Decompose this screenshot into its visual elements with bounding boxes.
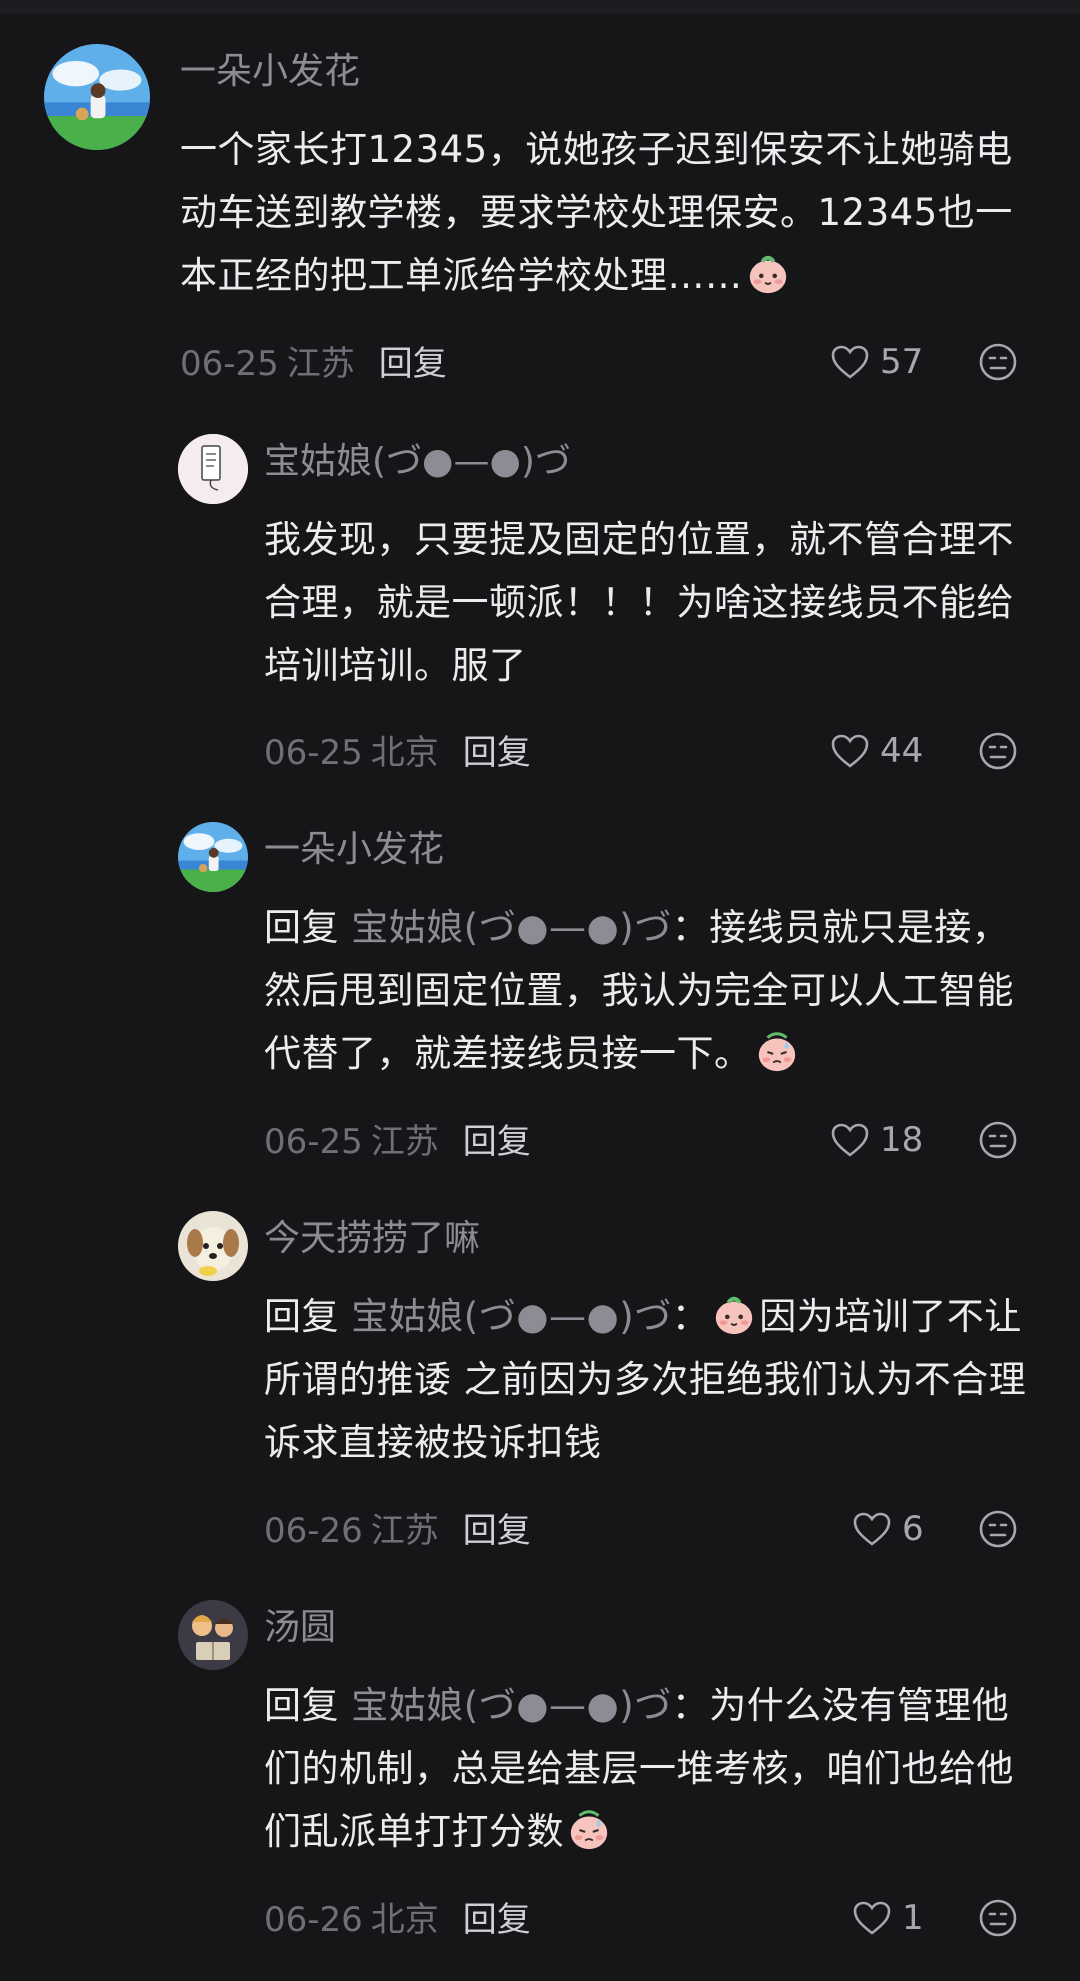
comment-location: 江苏 bbox=[370, 1122, 439, 1162]
comment-text: 回复 宝姑娘(づ●—●)づ：接线员就只是接，然后甩到固定位置，我认为完全可以人工… bbox=[264, 896, 1044, 1085]
comment-date: 06-25 bbox=[264, 733, 363, 773]
top-edge bbox=[0, 0, 1080, 14]
comment-location: 江苏 bbox=[370, 1511, 439, 1551]
reply-prefix: 回复 bbox=[264, 1684, 339, 1727]
reply-prefix: 回复 bbox=[264, 906, 339, 949]
like-count: 18 bbox=[880, 1120, 924, 1160]
comment-meta: 06-25 江苏 回复 bbox=[264, 1118, 531, 1166]
comment-date: 06-26 bbox=[264, 1511, 363, 1551]
landscape-avatar-icon bbox=[44, 44, 150, 150]
neutral-face-icon bbox=[979, 1121, 1017, 1159]
comment-meta: 06-26 北京 回复 bbox=[264, 1896, 531, 1944]
like-count: 1 bbox=[902, 1898, 924, 1938]
dislike-button[interactable] bbox=[978, 731, 1018, 771]
avatar[interactable] bbox=[178, 434, 248, 504]
comment-date: 06-25 bbox=[264, 1122, 363, 1162]
neutral-face-icon bbox=[979, 1510, 1017, 1548]
like-count: 6 bbox=[902, 1509, 924, 1549]
children-reading-avatar-icon bbox=[178, 1600, 248, 1670]
reply-button[interactable]: 回复 bbox=[463, 1900, 531, 1940]
like-count: 44 bbox=[880, 731, 924, 771]
comment-text: 一个家长打12345，说她孩子迟到保安不让她骑电动车送到教学楼，要求学校处理保安… bbox=[180, 118, 1040, 307]
like-button[interactable]: 44 bbox=[830, 727, 923, 775]
username[interactable]: 今天捞捞了嘛 bbox=[264, 1215, 480, 1263]
comment-date: 06-26 bbox=[264, 1900, 363, 1940]
peach-face-emoji-icon bbox=[745, 250, 791, 296]
dislike-button[interactable] bbox=[978, 1509, 1018, 1549]
heart-icon bbox=[831, 1123, 869, 1157]
dislike-button[interactable] bbox=[978, 342, 1018, 382]
avatar[interactable] bbox=[178, 1211, 248, 1281]
username[interactable]: 一朵小发花 bbox=[264, 826, 444, 874]
reply-button[interactable]: 回复 bbox=[463, 1511, 531, 1551]
username[interactable]: 宝姑娘(づ●—●)づ bbox=[264, 438, 571, 486]
reply-button[interactable]: 回复 bbox=[463, 733, 531, 773]
neutral-face-icon bbox=[979, 343, 1017, 381]
like-count: 57 bbox=[880, 342, 924, 382]
reply-prefix: 回复 bbox=[264, 1295, 339, 1338]
reply-button[interactable]: 回复 bbox=[463, 1122, 531, 1162]
comment-meta: 06-26 江苏 回复 bbox=[264, 1507, 531, 1555]
dislike-button[interactable] bbox=[978, 1120, 1018, 1160]
like-button[interactable]: 57 bbox=[830, 338, 923, 386]
comment-location: 江苏 bbox=[286, 344, 355, 384]
reply-button[interactable]: 回复 bbox=[379, 344, 447, 384]
dog-avatar-icon bbox=[178, 1211, 248, 1281]
comment-date: 06-25 bbox=[180, 344, 279, 384]
peach-face-emoji-icon bbox=[711, 1291, 757, 1337]
comment-text: 回复 宝姑娘(づ●—●)づ：为什么没有管理他们的机制，总是给基层一堆考核，咱们也… bbox=[264, 1674, 1044, 1863]
comment-location: 北京 bbox=[370, 1900, 439, 1940]
neutral-face-icon bbox=[979, 1899, 1017, 1937]
reply-target-username[interactable]: 宝姑娘(づ●—●)づ bbox=[351, 1684, 671, 1727]
username[interactable]: 一朵小发花 bbox=[180, 48, 360, 96]
heart-icon bbox=[831, 734, 869, 768]
avatar[interactable] bbox=[178, 822, 248, 892]
landscape-avatar-icon bbox=[178, 822, 248, 892]
paper-avatar-icon bbox=[178, 434, 248, 504]
heart-icon bbox=[831, 345, 869, 379]
reply-target-username[interactable]: 宝姑娘(づ●—●)づ bbox=[351, 1295, 671, 1338]
comment-meta: 06-25 北京 回复 bbox=[264, 729, 531, 777]
comment-meta: 06-25 江苏 回复 bbox=[180, 340, 447, 388]
dislike-button[interactable] bbox=[978, 1898, 1018, 1938]
like-button[interactable]: 18 bbox=[830, 1116, 923, 1164]
sweat-face-emoji-icon bbox=[566, 1806, 612, 1852]
sweat-face-emoji-icon bbox=[754, 1028, 800, 1074]
heart-icon bbox=[853, 1901, 891, 1935]
comment-location: 北京 bbox=[370, 733, 439, 773]
like-button[interactable]: 6 bbox=[852, 1505, 924, 1553]
heart-icon bbox=[853, 1512, 891, 1546]
reply-colon: ： bbox=[671, 1295, 710, 1338]
reply-target-username[interactable]: 宝姑娘(づ●—●)づ bbox=[351, 906, 671, 949]
comment-text: 我发现，只要提及固定的位置，就不管合理不合理，就是一顿派！！！为啥这接线员不能给… bbox=[264, 518, 1014, 687]
like-button[interactable]: 1 bbox=[852, 1894, 924, 1942]
avatar[interactable] bbox=[178, 1600, 248, 1670]
username[interactable]: 汤圆 bbox=[264, 1604, 336, 1652]
avatar[interactable] bbox=[44, 44, 150, 150]
comment-text: 回复 宝姑娘(づ●—●)づ： 因为培训了不让所谓的推诿 之前因为多次拒绝我们认为不… bbox=[264, 1285, 1044, 1474]
neutral-face-icon bbox=[979, 732, 1017, 770]
comment-text-body: 一个家长打12345，说她孩子迟到保安不让她骑电动车送到教学楼，要求学校处理保安… bbox=[180, 128, 1013, 297]
